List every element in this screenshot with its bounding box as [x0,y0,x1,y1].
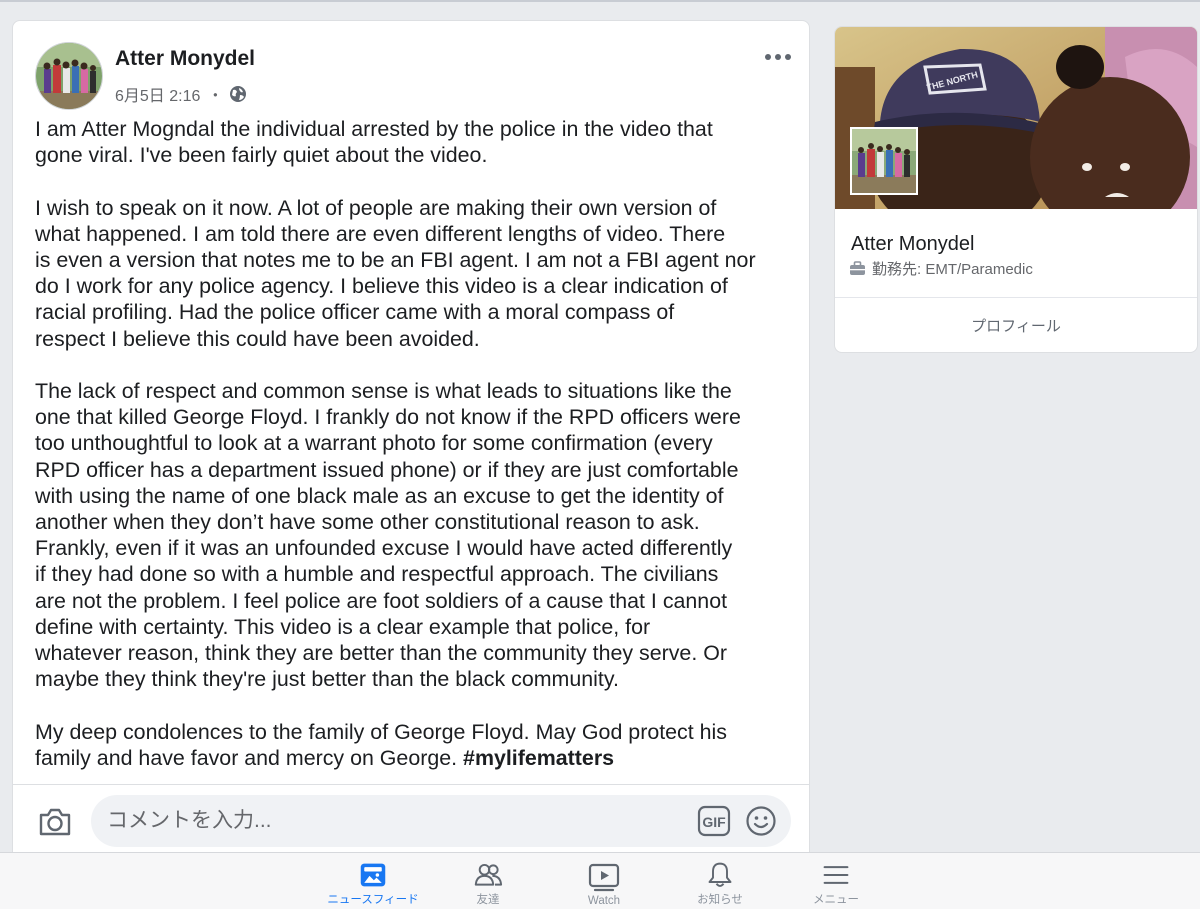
post-paragraph: My deep condolences to the family of Geo… [35,719,727,770]
more-options-button[interactable] [761,45,795,69]
bottom-nav: ニュースフィード 友達 Watch お知らせ メニュー [0,852,1200,909]
cover-photo[interactable]: THE NORTH [835,27,1197,209]
profile-name[interactable]: Atter Monydel [851,233,974,256]
hashtag-link[interactable]: #mylifematters [463,746,614,770]
post-timestamp[interactable]: 6月5日 2:16 [115,82,200,106]
post-meta: 6月5日 2:16 ・ [115,82,247,106]
more-dots-icon [765,54,771,60]
watch-icon [588,863,620,892]
friends-icon [474,863,503,886]
profile-button[interactable]: プロフィール [835,298,1197,352]
profile-thumbnail [850,127,918,195]
top-border [0,0,1200,2]
nav-newsfeed[interactable]: ニュースフィード [318,861,428,907]
nav-label-newsfeed: ニュースフィード [327,894,419,906]
meta-separator: ・ [207,88,224,105]
menu-icon [823,866,849,884]
comment-bar: GIF [13,784,809,859]
newsfeed-icon [360,863,386,887]
post-body: I am Atter Mogndal the individual arrest… [35,116,795,771]
svg-text:GIF: GIF [702,814,726,830]
author-avatar[interactable] [35,42,103,110]
post-paragraph: I am Atter Mogndal the individual arrest… [35,117,713,168]
bell-icon [708,862,732,887]
post-paragraph: I wish to speak on it now. A lot of peop… [35,195,756,351]
camera-icon[interactable] [37,804,73,840]
post-paragraph-final: My deep condolences to the family of Geo… [35,719,795,771]
briefcase-icon [849,261,866,276]
profile-work: 勤務先: EMT/Paramedic [849,258,1033,279]
more-dots-icon [775,54,781,60]
comment-input[interactable] [91,795,791,847]
nav-label-notifications: お知らせ [697,894,743,906]
globe-icon [229,85,247,103]
gif-icon[interactable]: GIF [697,805,731,837]
nav-menu[interactable]: メニュー [781,861,891,907]
post-card: Atter Monydel 6月5日 2:16 ・ I am Atter Mog… [12,20,810,860]
more-dots-icon [785,54,791,60]
post-header: Atter Monydel 6月5日 2:16 ・ [13,21,809,121]
profile-work-label: 勤務先: EMT/Paramedic [872,261,1033,278]
nav-label-menu: メニュー [813,894,859,906]
profile-card: THE NORTH Atter Monydel 勤務先: EMT/Paramed… [834,26,1198,353]
nav-label-friends: 友達 [476,894,500,906]
post-paragraph: The lack of respect and common sense is … [35,379,741,692]
nav-friends[interactable]: 友達 [433,861,543,907]
emoji-icon[interactable] [745,805,777,837]
nav-label-watch: Watch [587,895,621,907]
nav-watch[interactable]: Watch [549,861,659,907]
author-name[interactable]: Atter Monydel [115,47,255,71]
nav-notifications[interactable]: お知らせ [665,861,775,907]
